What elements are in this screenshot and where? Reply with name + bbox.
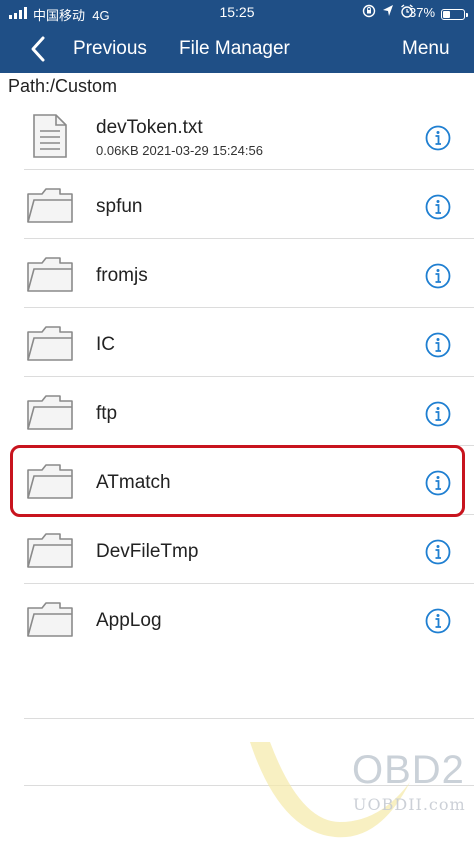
status-bar: 中国移动 4G 15:25 37% <box>0 0 474 26</box>
app-header: 中国移动 4G 15:25 37% Previous File Manager … <box>0 0 474 73</box>
item-meta: 0.06KB 2021-03-29 15:24:56 <box>96 143 263 158</box>
previous-button[interactable]: Previous <box>73 38 147 60</box>
list-item-devfiletmp[interactable]: DevFileTmp <box>0 515 474 584</box>
item-name: DevFileTmp <box>96 541 199 562</box>
folder-icon <box>27 188 73 223</box>
info-icon[interactable] <box>425 263 451 289</box>
folder-icon <box>27 602 73 637</box>
highlight-box <box>10 445 465 517</box>
folder-icon <box>27 533 73 568</box>
page-title: File Manager <box>179 38 290 59</box>
item-name: IC <box>96 334 115 355</box>
path-label: Path:/Custom <box>8 76 118 96</box>
folder-icon <box>27 326 73 361</box>
divider <box>24 718 474 719</box>
info-icon[interactable] <box>425 332 451 358</box>
list-item-spfun[interactable]: spfun <box>0 170 474 239</box>
list-item-ftp[interactable]: ftp <box>0 377 474 446</box>
item-name: AppLog <box>96 610 162 631</box>
folder-icon <box>27 395 73 430</box>
item-name: devToken.txt <box>96 117 203 138</box>
menu-button[interactable]: Menu <box>402 38 450 60</box>
list-item-fromjs[interactable]: fromjs <box>0 239 474 308</box>
item-name: ftp <box>96 403 118 424</box>
list-item-devtoken[interactable]: devToken.txt 0.06KB 2021-03-29 15:24:56 <box>0 101 474 170</box>
document-icon <box>33 114 67 158</box>
battery-icon <box>441 9 468 20</box>
list-item-ic[interactable]: IC <box>0 308 474 377</box>
battery-percent: 37% <box>409 5 436 20</box>
item-name: spfun <box>96 196 143 217</box>
chevron-left-icon[interactable] <box>27 35 51 63</box>
info-icon[interactable] <box>425 539 451 565</box>
info-icon[interactable] <box>425 125 451 151</box>
rotation-lock-icon <box>362 4 376 18</box>
location-icon <box>383 5 393 16</box>
folder-icon <box>27 257 73 292</box>
info-icon[interactable] <box>425 401 451 427</box>
info-icon[interactable] <box>425 608 451 634</box>
info-icon[interactable] <box>425 194 451 220</box>
watermark-subtext: UOBDII.com <box>353 795 466 814</box>
watermark-text: OBD2 <box>352 748 465 792</box>
list-item-applog[interactable]: AppLog <box>0 584 474 653</box>
item-name: fromjs <box>96 265 148 286</box>
